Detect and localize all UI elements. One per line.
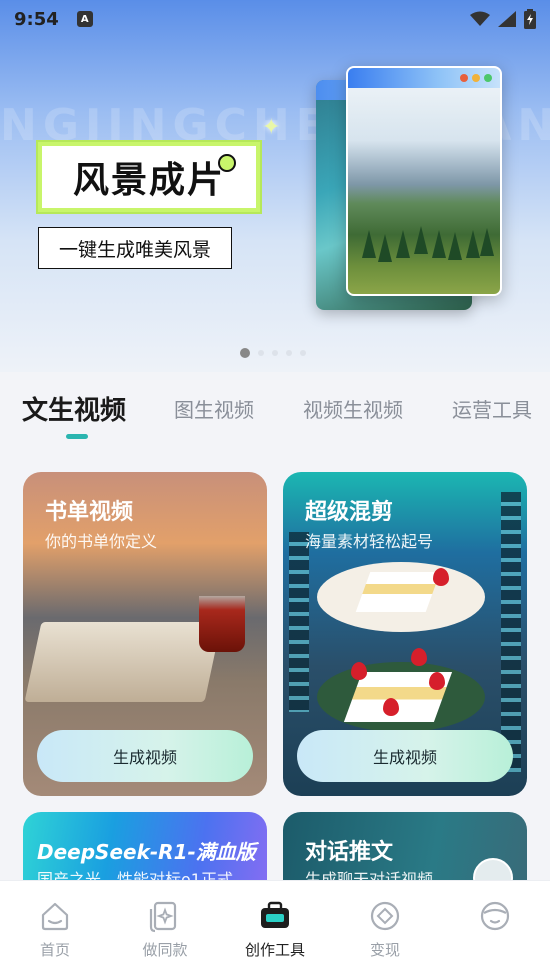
carousel-dot <box>272 350 278 356</box>
template-cards-icon <box>149 901 177 933</box>
carousel-dot <box>258 350 264 356</box>
monetize-icon <box>370 901 400 931</box>
carousel-indicator <box>240 348 306 358</box>
banner-title: 风景成片 <box>72 160 225 201</box>
home-icon <box>41 902 69 931</box>
nav-item-same-style[interactable]: 做同款 <box>110 881 220 977</box>
card-booklist-video[interactable]: 书单视频 你的书单你定义 生成视频 <box>23 472 267 796</box>
strawberry <box>411 648 427 666</box>
nav-label: 首页 <box>39 941 70 959</box>
battery-icon <box>524 9 536 29</box>
carousel-dot <box>286 350 292 356</box>
card-title: 书单视频 <box>45 500 134 525</box>
bottom-nav: 首页 做同款 创作工具 变现 <box>0 880 550 977</box>
carousel-dot-active <box>240 348 250 358</box>
tab-text-to-video[interactable]: 文生视频 <box>22 390 126 427</box>
status-time: 9:54 <box>14 8 59 30</box>
nav-label: 创作工具 <box>244 941 305 959</box>
strawberry <box>429 672 445 690</box>
wifi-icon <box>470 11 490 26</box>
play-icon <box>218 154 236 172</box>
strawberry <box>383 698 399 716</box>
card-subtitle: 你的书单你定义 <box>45 532 158 551</box>
strawberry <box>433 568 449 586</box>
banner-title-box: 风景成片 <box>38 142 260 212</box>
cake-slice-top <box>355 572 441 612</box>
film-strip-left <box>289 532 309 712</box>
card-title: 对话推文 <box>305 840 394 865</box>
generate-video-button[interactable]: 生成视频 <box>37 730 253 782</box>
banner-carousel[interactable]: NGJINGCHENGPIAN ✦ 风景成片 一键生成唯美风景 <box>0 0 550 372</box>
nav-item-monetize[interactable]: 变现 <box>330 881 440 977</box>
sparkle-icon: ✦ <box>262 115 281 140</box>
carousel-dot <box>300 350 306 356</box>
card-super-remix[interactable]: 超级混剪 海量素材轻松起号 生成视频 <box>283 472 527 796</box>
card-title: DeepSeek-R1-满血版 <box>37 840 256 864</box>
category-tabs: 文生视频 图生视频 视频生视频 运营工具 <box>0 380 550 440</box>
tab-video-to-video[interactable]: 视频生视频 <box>303 394 403 423</box>
nav-item-profile[interactable] <box>440 881 550 977</box>
generate-video-button[interactable]: 生成视频 <box>297 730 513 782</box>
book-image <box>24 622 222 702</box>
notification-icon: A <box>76 11 93 27</box>
nav-label: 做同款 <box>142 941 188 959</box>
tab-image-to-video[interactable]: 图生视频 <box>174 394 254 423</box>
tab-operation-tools[interactable]: 运营工具 <box>452 394 532 423</box>
card-title: 超级混剪 <box>305 500 394 525</box>
toolbox-icon <box>261 901 289 928</box>
tea-cup-image <box>199 596 245 652</box>
nav-item-home[interactable]: 首页 <box>0 881 110 977</box>
banner-subtitle: 一键生成唯美风景 <box>38 227 232 269</box>
nav-label: 变现 <box>369 941 400 959</box>
profile-icon <box>480 901 510 931</box>
tab-indicator <box>66 434 88 439</box>
status-bar: 9:54 A <box>0 0 550 38</box>
card-subtitle: 海量素材轻松起号 <box>305 532 434 551</box>
signal-icon <box>498 11 516 27</box>
landscape-photo-front <box>346 66 502 296</box>
nav-item-creation-tools[interactable]: 创作工具 <box>220 881 330 977</box>
film-strip-right <box>501 492 521 772</box>
strawberry <box>351 662 367 680</box>
